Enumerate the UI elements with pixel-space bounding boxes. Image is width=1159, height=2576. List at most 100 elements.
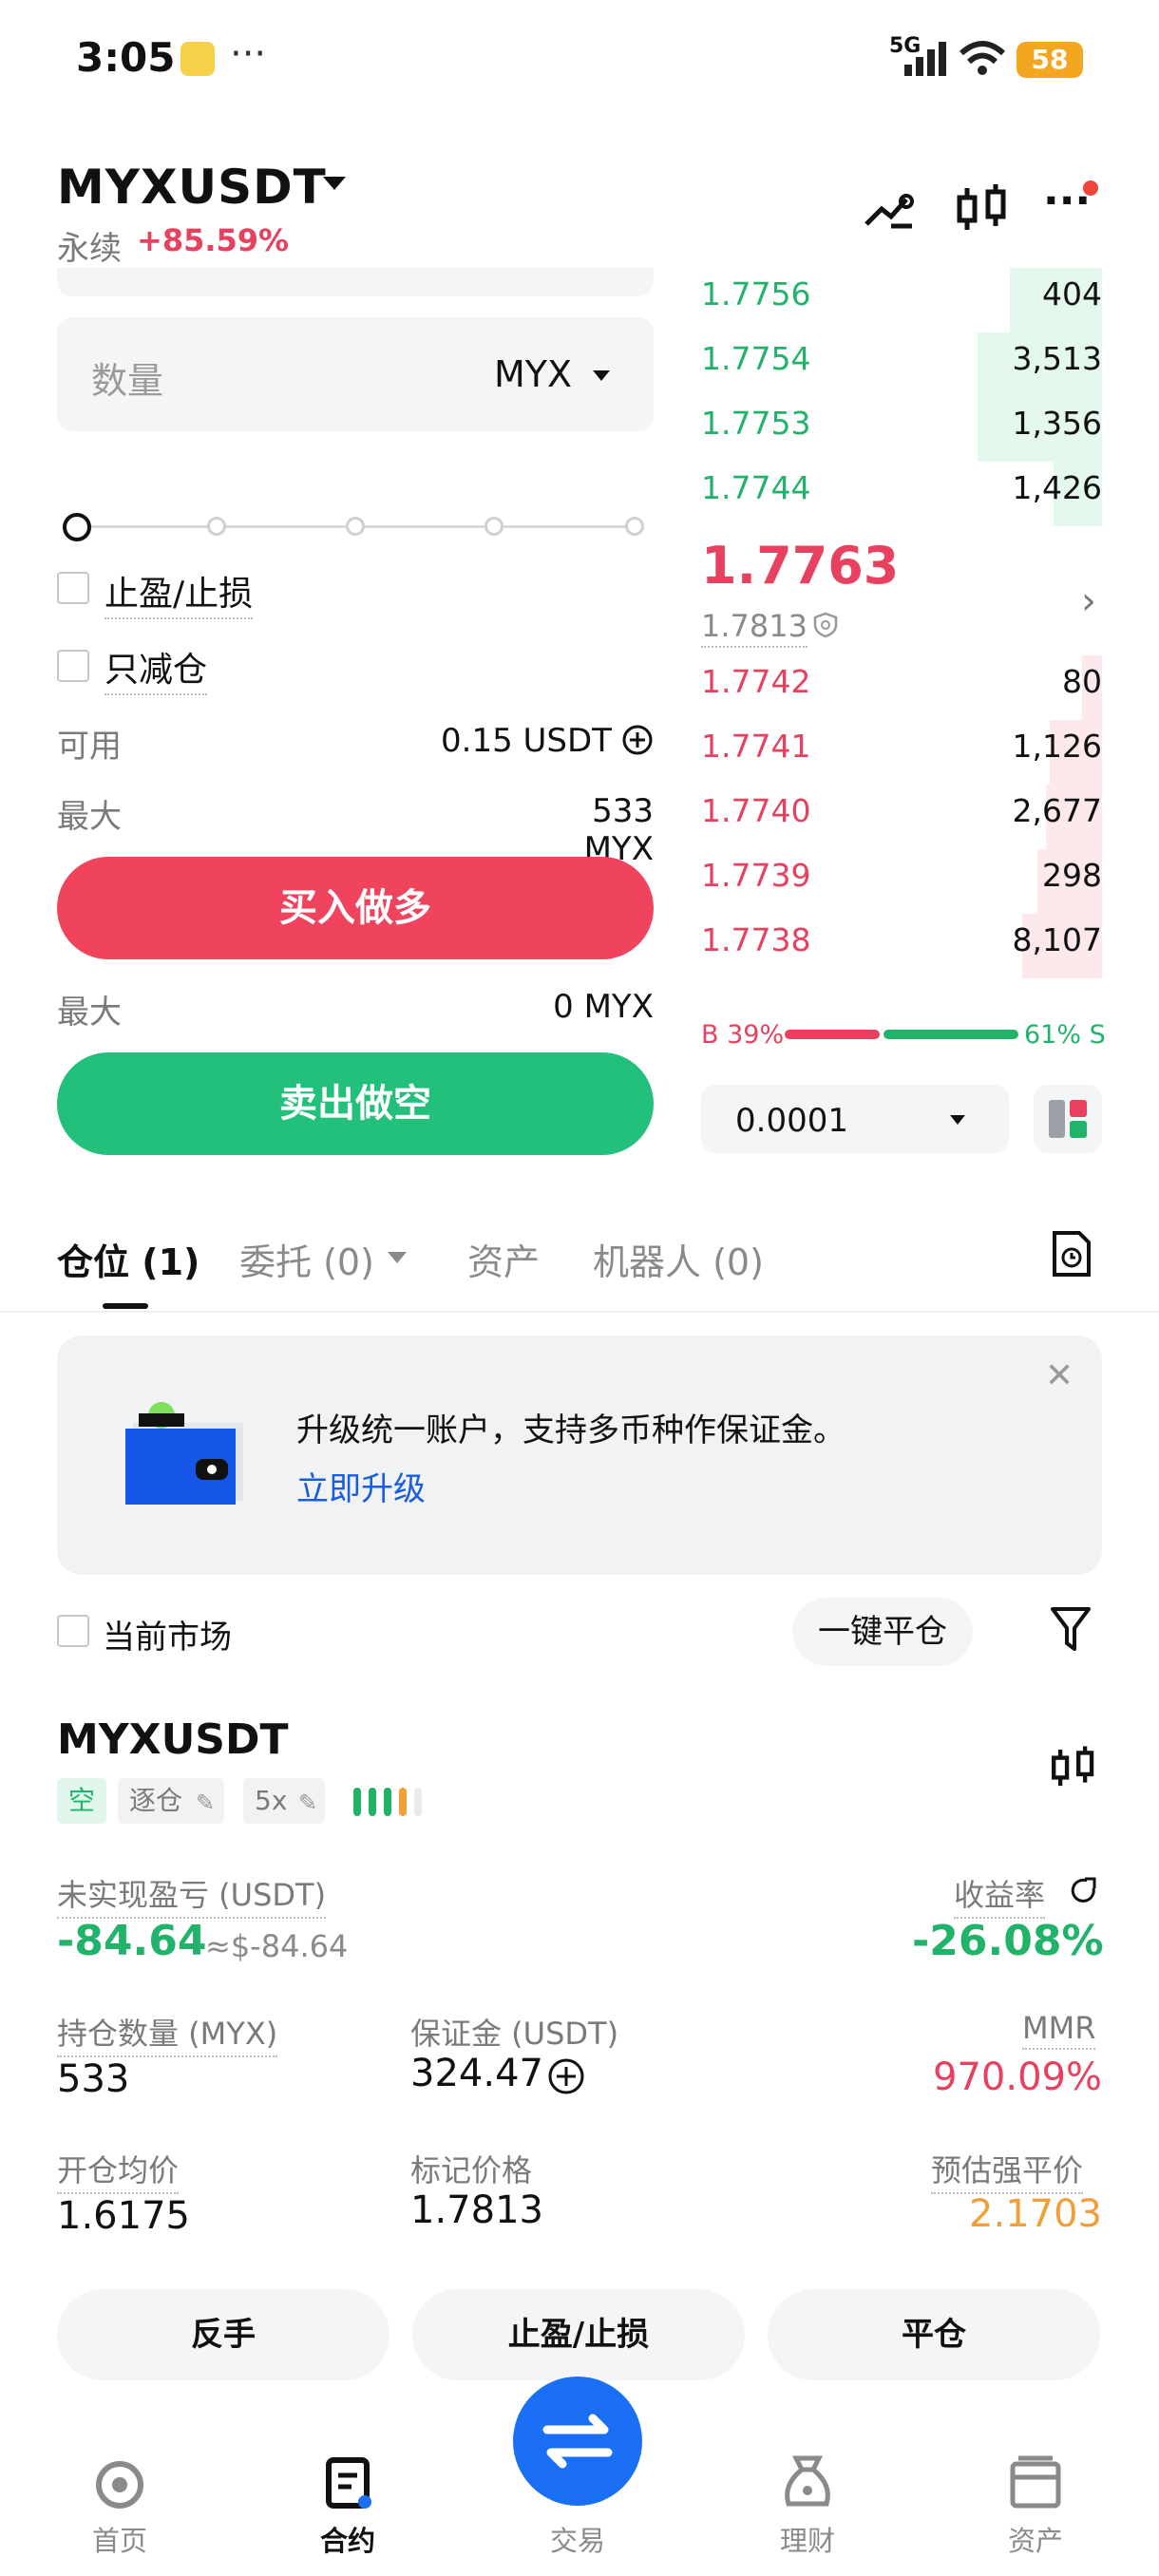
- margin-value: 324.47: [410, 2052, 543, 2095]
- liq-price-label[interactable]: 预估强平价: [931, 2147, 1084, 2194]
- entry-price-label[interactable]: 开仓均价: [57, 2147, 180, 2194]
- mmr-label[interactable]: MMR: [1022, 2010, 1096, 2050]
- price-change: +85.59%: [137, 222, 290, 258]
- price-input-partial[interactable]: [57, 268, 654, 296]
- amount-slider-thumb[interactable]: [63, 513, 91, 541]
- roe-label[interactable]: 收益率: [954, 1871, 1046, 1919]
- upgrade-now-link[interactable]: 立即升级: [296, 1463, 426, 1509]
- chevron-down-icon[interactable]: [388, 1252, 407, 1263]
- size-label[interactable]: 持仓数量 (MYX): [57, 2010, 278, 2057]
- nav-label: 合约: [319, 2525, 375, 2557]
- nav-label: 首页: [91, 2525, 147, 2557]
- quantity-placeholder: 数量: [91, 360, 164, 402]
- buy-ratio-bar: [785, 1030, 880, 1039]
- reduce-only-label: 只减仓: [104, 642, 208, 695]
- order-price: 1.7740: [701, 792, 811, 829]
- close-icon[interactable]: ✕: [1045, 1356, 1074, 1395]
- futures-icon: [326, 2457, 371, 2509]
- status-bar: 3:05 ··· 5G 58: [0, 0, 1159, 123]
- order-quantity: 2,677: [1012, 792, 1102, 829]
- candlestick-chart-icon[interactable]: [954, 180, 1011, 237]
- tab-orders[interactable]: 委托 (0): [239, 1233, 374, 1285]
- slider-step-25[interactable]: [207, 517, 226, 536]
- order-quantity: 1,356: [1012, 405, 1102, 442]
- tpsl-checkbox[interactable]: [57, 572, 89, 604]
- order-price: 1.7756: [701, 275, 811, 313]
- order-price: 1.7741: [701, 728, 811, 765]
- tab-assets[interactable]: 资产: [467, 1233, 540, 1285]
- current-market-checkbox[interactable]: [57, 1615, 89, 1647]
- mark-price-value: 1.7813: [410, 2188, 543, 2232]
- tpsl-button[interactable]: 止盈/止损: [412, 2289, 745, 2380]
- wallet-icon: [1010, 2455, 1061, 2509]
- pair-dropdown-icon[interactable]: [323, 177, 346, 190]
- quantity-unit-select[interactable]: MYX: [494, 353, 572, 395]
- order-book-row[interactable]: 1.7740 2,677: [701, 785, 1102, 849]
- add-margin-icon[interactable]: [547, 2057, 585, 2095]
- available-label: 可用: [57, 728, 122, 766]
- nav-earn[interactable]: 理财: [741, 2451, 874, 2557]
- order-book-row[interactable]: 1.7738 8,107: [701, 914, 1102, 978]
- slider-step-100[interactable]: [625, 517, 644, 536]
- history-icon[interactable]: [1049, 1229, 1094, 1279]
- chevron-down-icon: [593, 370, 610, 381]
- buy-long-button[interactable]: 买入做多: [57, 857, 654, 959]
- close-position-button[interactable]: 平仓: [768, 2289, 1100, 2380]
- order-price: 1.7744: [701, 469, 811, 506]
- nav-label: 资产: [1007, 2525, 1063, 2557]
- nav-assets[interactable]: 资产: [969, 2451, 1102, 2557]
- reduce-only-checkbox[interactable]: [57, 650, 89, 682]
- sell-short-button[interactable]: 卖出做空: [57, 1052, 654, 1155]
- shield-icon: [813, 612, 838, 638]
- nav-trade-label: 交易: [549, 2525, 605, 2557]
- wifi-icon: [959, 41, 1006, 75]
- chevron-right-icon[interactable]: ›: [1081, 579, 1096, 623]
- pair-title[interactable]: MYXUSDT: [57, 160, 327, 215]
- notification-dot: [1083, 180, 1098, 196]
- slider-step-50[interactable]: [346, 517, 365, 536]
- order-price: 1.7739: [701, 857, 811, 894]
- close-all-button[interactable]: 一键平仓: [792, 1598, 973, 1666]
- tab-bots[interactable]: 机器人 (0): [593, 1233, 764, 1285]
- transfer-add-icon[interactable]: [621, 724, 654, 756]
- slider-step-75[interactable]: [484, 517, 504, 536]
- order-book-row[interactable]: 1.7753 1,356: [701, 397, 1102, 462]
- max-buy-label: 最大: [57, 798, 122, 836]
- order-book-row[interactable]: 1.7754 3,513: [701, 332, 1102, 397]
- max-sell-value: 0 MYX: [553, 988, 654, 1026]
- filter-icon[interactable]: [1049, 1603, 1092, 1655]
- active-tab-indicator: [103, 1303, 148, 1309]
- margin-mode-label: 逐仓: [129, 1785, 183, 1816]
- order-quantity: 8,107: [1012, 921, 1102, 958]
- order-quantity: 1,426: [1012, 469, 1102, 506]
- share-icon[interactable]: [1068, 1875, 1100, 1907]
- available-value: 0.15 USDT: [441, 722, 612, 760]
- nav-futures[interactable]: 合约: [281, 2451, 414, 2557]
- entry-price-value: 1.6175: [57, 2194, 190, 2238]
- upnl-label[interactable]: 未实现盈亏 (USDT): [57, 1871, 327, 1919]
- trade-fab-button[interactable]: [513, 2377, 642, 2506]
- price-alert-icon[interactable]: [861, 180, 918, 237]
- banner-text: 升级统一账户，支持多币种作保证金。: [296, 1411, 846, 1449]
- order-book-row[interactable]: 1.7744 1,426: [701, 462, 1102, 526]
- candlestick-chart-icon[interactable]: [1049, 1742, 1098, 1793]
- order-quantity: 404: [1042, 275, 1102, 313]
- battery-icon: 58: [1016, 42, 1083, 78]
- order-book-row[interactable]: 1.7756 404: [701, 268, 1102, 332]
- order-quantity: 1,126: [1012, 728, 1102, 765]
- tab-positions[interactable]: 仓位 (1): [57, 1233, 200, 1285]
- position-symbol[interactable]: MYXUSDT: [57, 1715, 289, 1764]
- order-book-row[interactable]: 1.7739 298: [701, 849, 1102, 914]
- nav-label: 理财: [779, 2525, 835, 2557]
- book-layout-button[interactable]: [1034, 1085, 1102, 1153]
- edit-icon[interactable]: ✎: [196, 1790, 215, 1816]
- reverse-button[interactable]: 反手: [57, 2289, 390, 2380]
- order-book-row[interactable]: 1.7742 80: [701, 655, 1102, 720]
- margin-label: 保证金 (USDT): [410, 2016, 619, 2052]
- earn-icon: [785, 2455, 830, 2507]
- order-book-row[interactable]: 1.7741 1,126: [701, 720, 1102, 785]
- nav-home[interactable]: 首页: [53, 2451, 186, 2557]
- max-sell-label: 最大: [57, 994, 122, 1032]
- sell-ratio-bar: [884, 1030, 1018, 1039]
- edit-icon[interactable]: ✎: [298, 1790, 317, 1816]
